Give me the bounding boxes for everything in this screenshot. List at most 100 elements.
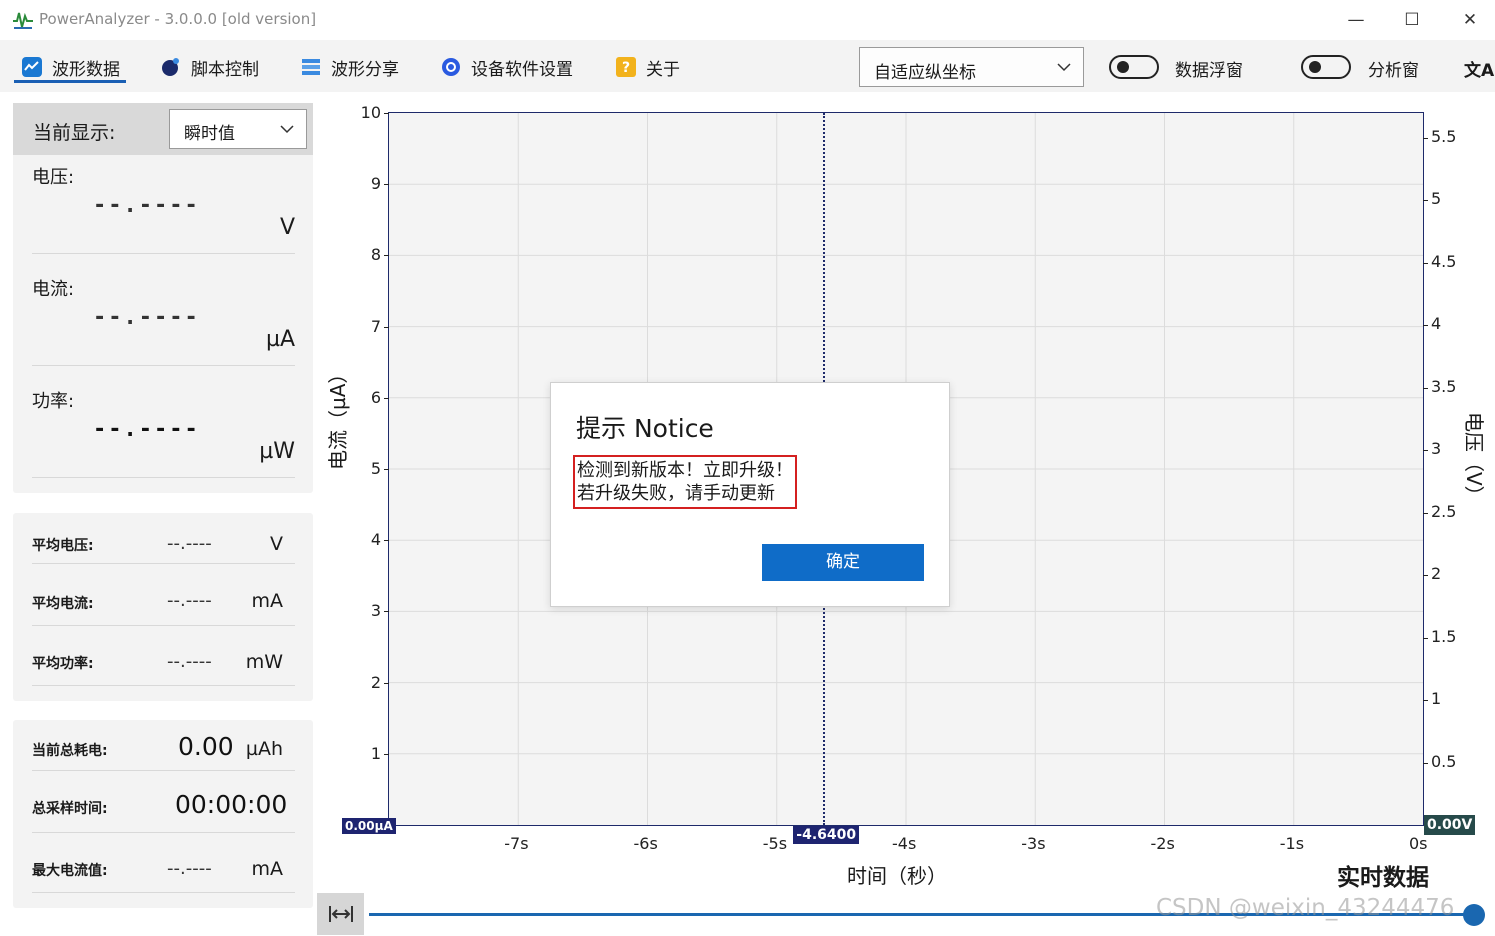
x-axis-tick-label: -6s xyxy=(633,834,658,853)
right-axis-tick-label: 1.5 xyxy=(1431,626,1457,646)
divider xyxy=(32,253,295,254)
max-current-label: 最大电流值: xyxy=(32,863,108,879)
dialog-message: 检测到新版本！立即升级！ 若升级失败，请手动更新 xyxy=(573,455,797,509)
app-logo-icon xyxy=(13,12,33,29)
left-axis-tick-mark xyxy=(384,611,389,613)
dialog-title: 提示 Notice xyxy=(576,414,714,443)
tab-waveform-share[interactable]: 波形分享 xyxy=(301,54,399,80)
right-axis-tick-label: 1 xyxy=(1431,689,1442,709)
chevron-down-icon xyxy=(280,125,294,134)
tab-label: 波形数据 xyxy=(52,59,120,80)
left-axis-tick-label: 2 xyxy=(370,672,381,692)
avg-power-label: 平均功率: xyxy=(32,656,94,672)
voltage-readout-badge: 0.00V xyxy=(1424,815,1476,835)
sample-time-value: 00:00:00 xyxy=(175,790,288,819)
close-button[interactable]: ✕ xyxy=(1458,8,1482,32)
analysis-toggle[interactable] xyxy=(1301,55,1351,79)
total-consumption-unit: µAh xyxy=(245,738,283,760)
toggle-knob xyxy=(1117,61,1129,73)
right-axis-tick-mark xyxy=(1423,762,1428,764)
right-axis-tick-label: 3 xyxy=(1431,439,1442,459)
chart-title: 实时数据 xyxy=(1337,865,1429,891)
svg-text:?: ? xyxy=(622,60,630,76)
axis-mode-select[interactable]: 自适应纵坐标 xyxy=(859,47,1084,87)
right-axis-tick-mark xyxy=(1423,200,1428,202)
display-mode-header: 当前显示: 瞬时值 xyxy=(13,103,313,155)
x-axis-tick-label: -3s xyxy=(1021,834,1046,853)
left-axis-tick-mark xyxy=(384,113,389,114)
right-axis-tick-mark xyxy=(1423,450,1428,452)
right-axis-tick-label: 2 xyxy=(1431,564,1442,584)
app-window: PowerAnalyzer - 3.0.0.0 [old version] — … xyxy=(0,0,1495,936)
maximize-button[interactable]: ☐ xyxy=(1400,8,1424,32)
voltage-unit: V xyxy=(279,215,295,240)
total-consumption-label: 当前总耗电: xyxy=(32,743,108,759)
about-icon: ? xyxy=(616,57,636,77)
tab-waveform-data[interactable]: 波形数据 xyxy=(22,54,120,80)
max-current-value: --.---- xyxy=(167,858,212,879)
left-axis-tick-mark xyxy=(384,397,389,399)
current-unit: µA xyxy=(265,327,295,352)
fit-width-button[interactable] xyxy=(317,893,364,935)
right-axis-tick-mark xyxy=(1423,637,1428,639)
left-axis-tick-label: 10 xyxy=(360,103,381,122)
tab-device-settings[interactable]: 设备软件设置 xyxy=(441,54,573,80)
divider xyxy=(32,477,295,478)
tab-label: 脚本控制 xyxy=(191,59,259,80)
chevron-down-icon xyxy=(1057,63,1071,72)
x-axis-tick-label: 0s xyxy=(1409,834,1428,853)
right-axis-tick-mark xyxy=(1423,512,1428,514)
current-value: --.---- xyxy=(93,305,200,330)
ok-button[interactable]: 确定 xyxy=(762,544,924,581)
display-mode-select[interactable]: 瞬时值 xyxy=(169,109,307,149)
cursor-time-badge: -4.6400 xyxy=(793,826,860,844)
right-axis-tick-mark xyxy=(1423,387,1428,389)
avg-voltage-unit: V xyxy=(270,533,283,555)
dialog-message-line: 若升级失败，请手动更新 xyxy=(577,483,775,504)
total-consumption-value: 0.00 xyxy=(178,732,234,761)
dialog-message-line: 检测到新版本！立即升级！ xyxy=(577,460,793,481)
settings-icon xyxy=(442,58,460,76)
minimize-button[interactable]: — xyxy=(1344,8,1368,32)
left-axis-tick-mark xyxy=(384,469,389,470)
timeline-handle[interactable] xyxy=(1463,904,1485,926)
translate-icon[interactable]: 文A xyxy=(1464,56,1494,81)
voltage-label: 电压: xyxy=(32,167,75,188)
divider xyxy=(32,892,295,893)
right-axis-tick-label: 3.5 xyxy=(1431,376,1457,396)
voltage-value: --.---- xyxy=(93,193,200,218)
x-axis-tick-label: -5s xyxy=(762,834,788,853)
left-axis-tick-mark xyxy=(384,753,389,755)
tab-label: 关于 xyxy=(646,59,680,80)
tab-about[interactable]: ? 关于 xyxy=(616,54,680,80)
current-readout-badge: 0.00µA xyxy=(342,818,396,834)
left-axis-tick-label: 3 xyxy=(370,601,381,621)
tab-label: 设备软件设置 xyxy=(471,59,573,80)
right-axis-tick-mark xyxy=(1423,700,1428,702)
data-float-label: 数据浮窗 xyxy=(1175,61,1243,81)
divider xyxy=(32,685,295,686)
totals-panel: 当前总耗电: 0.00 µAh 总采样时间: 00:00:00 最大电流值: -… xyxy=(13,720,313,908)
share-icon xyxy=(302,59,320,75)
script-icon xyxy=(162,58,179,76)
max-current-unit: mA xyxy=(251,858,283,880)
left-axis-tick-mark xyxy=(384,682,389,684)
divider xyxy=(32,563,295,564)
x-axis-tick-label: -1s xyxy=(1279,834,1305,853)
watermark: CSDN @weixin_43244476 xyxy=(1156,895,1455,921)
right-axis-title: 电压（V） xyxy=(1462,412,1486,506)
data-float-toggle[interactable] xyxy=(1109,55,1159,79)
power-unit: µW xyxy=(259,439,295,464)
left-axis-tick-mark xyxy=(384,184,389,186)
right-axis-tick-label: 2.5 xyxy=(1431,501,1457,521)
toggle-knob xyxy=(1309,61,1321,73)
x-axis-tick-label: -7s xyxy=(504,834,529,853)
avg-current-label: 平均电流: xyxy=(32,596,94,612)
power-label: 功率: xyxy=(32,391,75,412)
tab-script-control[interactable]: 脚本控制 xyxy=(161,54,259,80)
left-axis-tick-label: 5 xyxy=(370,459,381,478)
divider xyxy=(32,832,295,833)
divider xyxy=(32,625,295,626)
left-axis-tick-label: 1 xyxy=(370,743,381,763)
x-axis-tick-label: -2s xyxy=(1150,834,1175,853)
